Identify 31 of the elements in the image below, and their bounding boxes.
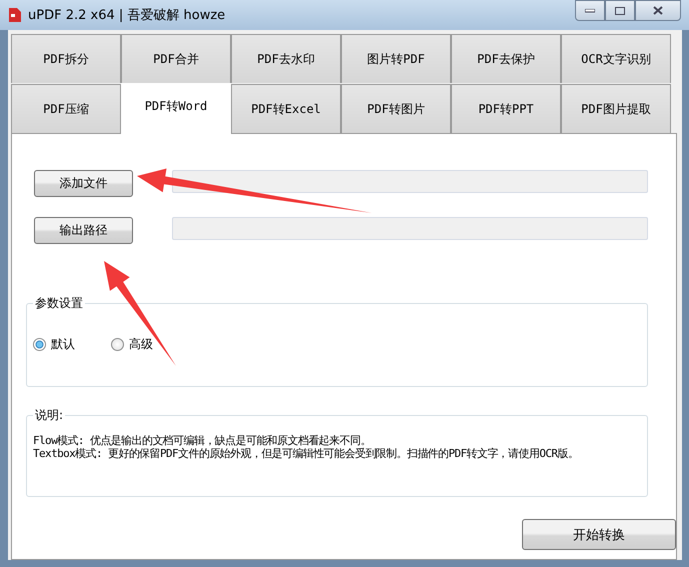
tab[interactable]: PDF转图片 — [341, 84, 451, 133]
close-button[interactable] — [635, 0, 681, 21]
file-button[interactable]: 添加文件 — [34, 170, 133, 197]
tab[interactable]: PDF合并 — [121, 34, 231, 83]
pdf-app-icon — [8, 7, 22, 23]
minimize-button[interactable] — [575, 0, 605, 21]
start-button[interactable]: 开始转换 — [522, 519, 676, 550]
radio-option[interactable]: 高级 — [111, 336, 153, 353]
tab[interactable]: PDF去保护 — [451, 34, 561, 83]
tab[interactable]: PDF压缩 — [11, 84, 121, 133]
minimize-icon — [585, 8, 595, 12]
path-field[interactable] — [172, 170, 648, 193]
radio-option[interactable]: 默认 — [33, 336, 75, 353]
tab[interactable]: OCR文字识别 — [561, 34, 671, 83]
tab[interactable]: PDF图片提取 — [561, 84, 671, 133]
path-field[interactable] — [172, 217, 648, 240]
tab[interactable]: 图片转PDF — [341, 34, 451, 83]
maximize-button[interactable] — [605, 0, 635, 21]
close-icon — [653, 6, 663, 15]
file-button[interactable]: 输出路径 — [34, 217, 133, 244]
window-title: uPDF 2.2 x64 | 吾爱破解 howze — [28, 7, 226, 24]
note-line: Flow模式: 优点是输出的文档可编辑，缺点是可能和原文档看起来不同。 — [33, 434, 372, 447]
maximize-icon — [615, 6, 625, 14]
group-title: 说明: — [34, 407, 64, 424]
tab[interactable]: PDF转Word — [121, 83, 231, 134]
tab[interactable]: PDF拆分 — [11, 34, 121, 83]
tab[interactable]: PDF转PPT — [451, 84, 561, 133]
group-title: 参数设置 — [34, 295, 84, 312]
tab[interactable]: PDF去水印 — [231, 34, 341, 83]
tab[interactable]: PDF转Excel — [231, 84, 341, 133]
note-line: Textbox模式: 更好的保留PDF文件的原始外观，但是可编辑性可能会受到限制。扫描件的PDF转文字，请使用OCR版。 — [33, 447, 580, 460]
